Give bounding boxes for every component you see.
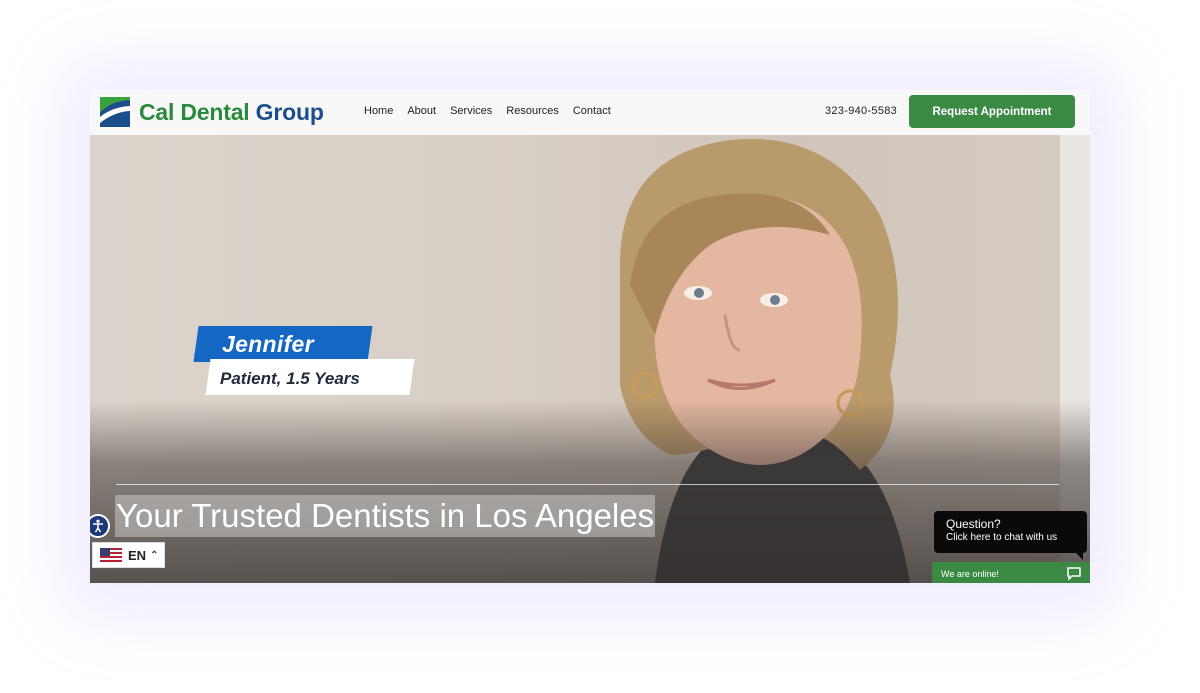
hero-bottom-shade [90, 400, 1090, 583]
language-code: EN [128, 547, 147, 563]
language-selector[interactable]: EN ⌃ [92, 542, 165, 568]
hero-headline: Your Trusted Dentists in Los Angeles [115, 495, 656, 537]
nav-contact[interactable]: Contact [573, 104, 611, 118]
patient-name: Jennifer [222, 331, 314, 357]
logo-text: Cal Dental Group [139, 98, 324, 125]
phone-number[interactable]: 323-940-5583 [825, 105, 897, 117]
site-logo[interactable]: Cal Dental Group [100, 96, 324, 128]
chat-icon [1067, 567, 1081, 580]
nav-services[interactable]: Services [450, 104, 492, 118]
chevron-up-icon: ⌃ [150, 549, 159, 561]
request-appointment-button[interactable]: Request Appointment [909, 95, 1075, 128]
chat-question: Question? [946, 517, 1001, 531]
chat-widget-bar[interactable]: We are online! [932, 562, 1090, 583]
browser-viewport: Cal Dental Group Home About Services Res… [90, 90, 1090, 583]
hero-divider [116, 484, 1059, 485]
hero-video[interactable]: Jennifer Patient, 1.5 Years Your Trusted… [90, 135, 1090, 583]
nav-resources[interactable]: Resources [506, 104, 559, 118]
chat-prompt-text: Click here to chat with us [946, 532, 1058, 543]
logo-mark-icon [100, 97, 130, 127]
nav-about[interactable]: About [407, 104, 436, 118]
nav-home[interactable]: Home [364, 104, 393, 118]
main-nav: Home About Services Resources Contact [364, 104, 625, 118]
site-header: Cal Dental Group Home About Services Res… [90, 90, 1090, 136]
chat-status: We are online! [941, 568, 999, 579]
accessibility-icon [93, 519, 103, 533]
patient-subtitle: Patient, 1.5 Years [220, 369, 360, 388]
chat-prompt-bubble[interactable]: Question? Click here to chat with us [934, 511, 1087, 560]
us-flag-icon [100, 548, 122, 562]
